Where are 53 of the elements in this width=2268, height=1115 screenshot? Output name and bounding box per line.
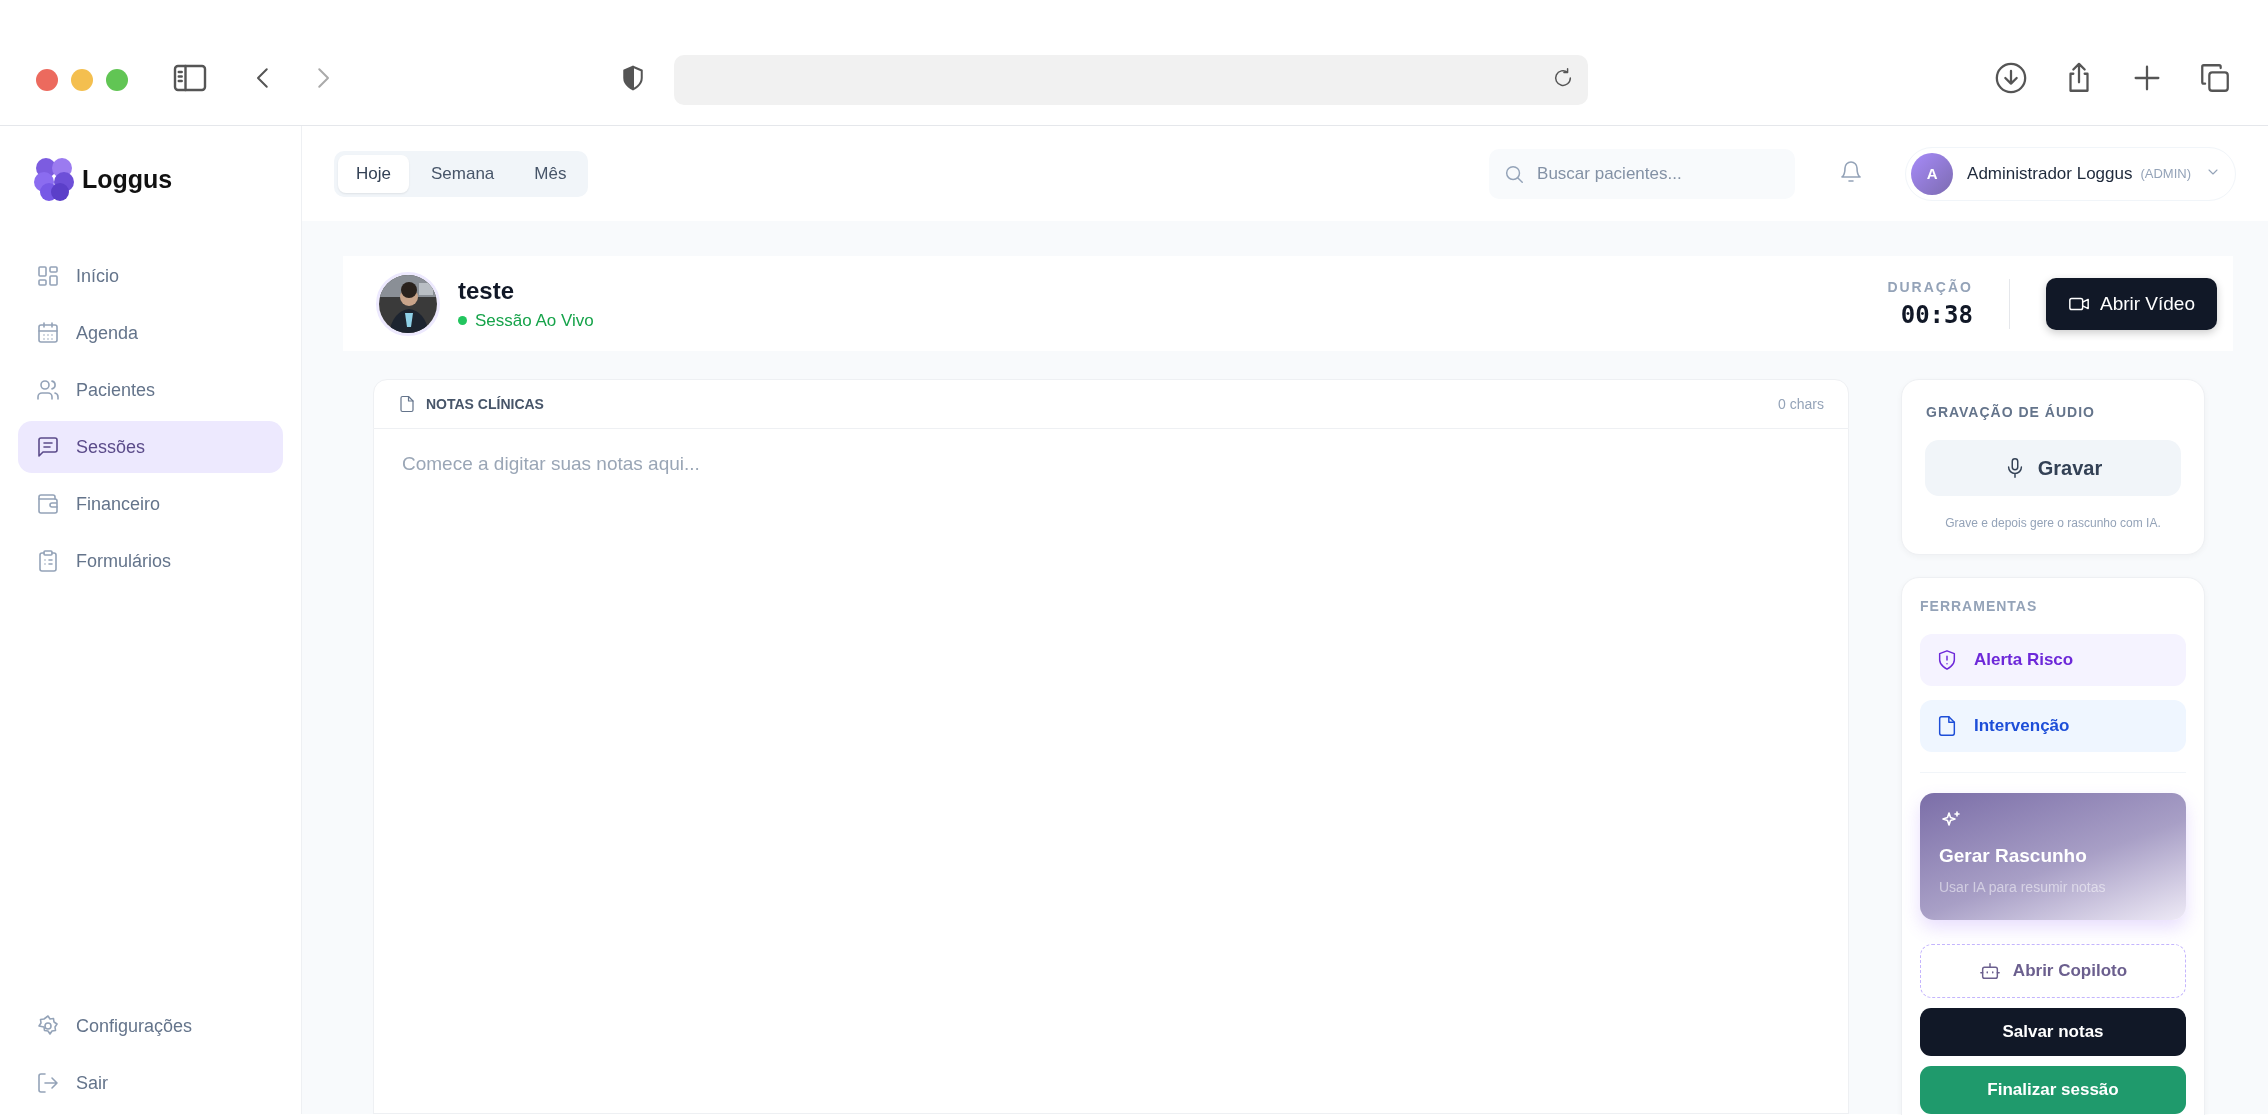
- brain-logo-icon: [34, 156, 74, 202]
- sidebar-item[interactable]: Financeiro: [18, 478, 283, 530]
- address-bar[interactable]: [674, 54, 1588, 105]
- grid-icon: [36, 264, 60, 288]
- message-icon: [36, 435, 60, 459]
- sidebar-item[interactable]: Início: [18, 250, 283, 302]
- calendar-icon: [36, 321, 60, 345]
- users-icon: [36, 378, 60, 402]
- robot-icon: [1978, 960, 2001, 982]
- settings-icon: [36, 1014, 60, 1038]
- period-tab[interactable]: Mês: [516, 154, 585, 193]
- search-field[interactable]: Buscar pacientes...: [1489, 148, 1796, 199]
- audio-title: GRAVAÇÃO DE ÁUDIO: [1926, 404, 2096, 420]
- minimize-window-button[interactable]: [71, 68, 93, 91]
- document-icon: [1936, 715, 1958, 737]
- sidebar-item[interactable]: Agenda: [18, 307, 283, 359]
- character-count: 0 chars: [1778, 396, 1824, 412]
- sidebar-item[interactable]: Formulários: [18, 535, 283, 587]
- maximize-window-button[interactable]: [106, 68, 128, 91]
- download-icon: [1994, 60, 2028, 95]
- sidebar-item[interactable]: Pacientes: [18, 364, 283, 416]
- patient-name: teste: [458, 276, 516, 305]
- sidebar-item[interactable]: Sessões: [18, 421, 283, 473]
- tool-button[interactable]: Intervenção: [1920, 700, 2186, 752]
- user-role: (ADMIN): [2140, 166, 2191, 181]
- wallet-icon: [36, 492, 60, 516]
- period-tab[interactable]: Hoje: [338, 154, 409, 193]
- finish-session-button[interactable]: Finalizar sessão: [1920, 1066, 2186, 1114]
- audio-hint: Grave e depois gere o rascunho com IA.: [1944, 516, 2162, 530]
- clipboard-icon: [36, 549, 60, 573]
- duration-timer: 00:38: [1900, 300, 1973, 329]
- session-status: Sessão Ao Vivo: [475, 310, 594, 331]
- save-notes-button[interactable]: Salvar notas: [1920, 1008, 2186, 1056]
- user-avatar: A: [1911, 152, 1954, 195]
- sidebar-item[interactable]: Configurações: [18, 1000, 283, 1052]
- open-video-button[interactable]: Abrir Vídeo: [2045, 277, 2217, 330]
- notification-bell-icon: [1839, 159, 1864, 184]
- copilot-button[interactable]: Abrir Copiloto: [1920, 944, 2186, 998]
- period-tab[interactable]: Semana: [412, 154, 513, 193]
- app-logo-text: Loggus: [82, 164, 173, 194]
- shield-icon: [1936, 649, 1958, 671]
- duration-label: DURAÇÃO: [1887, 278, 1973, 295]
- logout-icon: [36, 1071, 60, 1095]
- record-button[interactable]: Gravar: [1925, 440, 2181, 496]
- notes-title: NOTAS CLÍNICAS: [426, 396, 544, 412]
- document-icon: [398, 395, 416, 413]
- tool-button[interactable]: Alerta Risco: [1920, 634, 2186, 686]
- user-name: Administrador Loggus: [1967, 163, 2133, 184]
- notes-input[interactable]: Comece a digitar suas notas aqui...: [373, 429, 1849, 1114]
- sidebar-item[interactable]: Sair: [18, 1057, 283, 1109]
- close-window-button[interactable]: [36, 68, 58, 91]
- tools-title: FERRAMENTAS: [1920, 598, 2039, 614]
- reload-icon: [1552, 66, 1574, 89]
